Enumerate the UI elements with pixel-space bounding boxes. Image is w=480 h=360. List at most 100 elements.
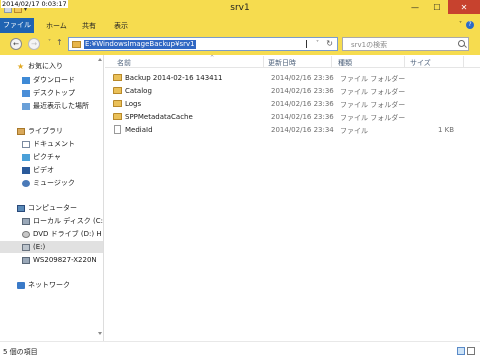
tab-home[interactable]: ホーム [46,21,67,31]
sidebar-item-label: ピクチャ [33,153,61,161]
sidebar-item-label: ダウンロード [33,76,75,84]
file-type: ファイル フォルダー [340,75,406,83]
search-input[interactable]: srv1の検索 [342,37,469,51]
sidebar-item-dvd-drive-d[interactable]: DVD ドライブ (D:) H [0,228,103,240]
sidebar-item-label: ドキュメント [33,140,75,148]
minimize-button[interactable]: — [404,0,426,14]
address-bar[interactable]: E:¥WindowsImageBackup¥srv1 ˅ ↻ [68,37,338,51]
file-name: Logs [125,100,142,108]
table-row[interactable]: Catalog 2014/02/16 23:36 ファイル フォルダー [105,85,480,97]
large-icons-view-icon[interactable] [467,347,475,355]
tab-file[interactable]: ファイル [0,18,34,33]
navigation-pane: ★ お気に入り ダウンロード デスクトップ 最近表示した場所 ライブラリ ドキュ… [0,55,104,341]
folder-icon [113,100,122,107]
file-date: 2014/02/16 23:36 [271,113,334,121]
file-type: ファイル フォルダー [340,101,406,109]
folder-icon [72,41,81,48]
file-type: ファイル フォルダー [340,88,406,96]
table-row[interactable]: Logs 2014/02/16 23:36 ファイル フォルダー [105,98,480,110]
address-input[interactable]: E:¥WindowsImageBackup¥srv1 [84,40,196,49]
file-date: 2014/02/16 23:34 [271,126,334,134]
sidebar-item-label: ミュージック [33,179,75,187]
sidebar-item-favorites[interactable]: ★ お気に入り [0,60,103,72]
sidebar-item-label: ライブラリ [28,127,63,135]
table-row[interactable]: SPPMetadataCache 2014/02/16 23:36 ファイル フ… [105,111,480,123]
sidebar-item-label: 最近表示した場所 [33,102,89,110]
sidebar-item-pictures[interactable]: ピクチャ [0,151,103,163]
star-icon: ★ [17,61,25,71]
tab-view[interactable]: 表示 [114,21,128,31]
column-type[interactable]: 種類 [338,58,352,68]
sort-indicator-icon: ^ [210,55,215,61]
search-icon[interactable] [458,40,465,47]
details-view-icon[interactable] [457,347,465,355]
table-row[interactable]: Backup 2014-02-16 143411 2014/02/16 23:3… [105,72,480,84]
network-icon [17,281,25,289]
forward-button[interactable]: → [28,38,40,50]
sidebar-item-label: ローカル ディスク (C:) [33,217,104,225]
close-button[interactable]: ✕ [448,0,480,14]
file-size: 1 KB [438,126,455,134]
sidebar-item-recent-places[interactable]: 最近表示した場所 [0,100,103,112]
address-dropdown-icon[interactable]: ˅ [316,40,319,47]
ribbon-tabs: ファイル ホーム 共有 表示 ˅ ? [0,18,480,33]
folder-icon [113,87,122,94]
search-placeholder: srv1の検索 [351,41,388,49]
refresh-icon[interactable]: ↻ [326,39,333,48]
picture-icon [22,153,30,161]
sidebar-item-drive-e[interactable]: (E:) [0,241,103,253]
file-list: ^ 名前 更新日時 種類 サイズ Backup 2014-02-16 14341… [105,55,480,341]
sidebar-item-videos[interactable]: ビデオ [0,164,103,176]
recent-locations-chevron-icon[interactable]: ˅ [48,39,51,46]
sidebar-item-libraries[interactable]: ライブラリ [0,125,103,137]
network-drive-icon [22,256,30,264]
sidebar-scrollbar[interactable] [96,55,104,341]
sidebar-item-network-drive[interactable]: WS209827-X220N [0,254,103,266]
file-type: ファイル フォルダー [340,114,406,122]
file-type: ファイル [340,127,368,135]
folder-icon [113,74,122,81]
sidebar-item-documents[interactable]: ドキュメント [0,138,103,150]
removable-drive-icon [22,243,30,251]
sidebar-item-local-disk-c[interactable]: ローカル ディスク (C:) [0,215,104,227]
help-icon[interactable]: ? [466,21,474,29]
column-date-modified[interactable]: 更新日時 [268,58,296,68]
item-count: 5 個の項目 [3,348,38,356]
file-icon [114,125,121,134]
navigation-bar: ← → ˅ ↑ E:¥WindowsImageBackup¥srv1 ˅ ↻ s… [0,33,480,55]
sidebar-item-network[interactable]: ネットワーク [0,279,103,291]
file-name: MediaId [125,126,153,134]
column-header: ^ 名前 更新日時 種類 サイズ [105,55,480,68]
sidebar-item-music[interactable]: ミュージック [0,177,103,189]
video-icon [22,166,30,174]
scroll-up-arrow-icon[interactable] [98,58,102,61]
back-button[interactable]: ← [10,38,22,50]
scroll-down-arrow-icon[interactable] [98,332,102,335]
sidebar-item-desktop[interactable]: デスクトップ [0,87,103,99]
hard-disk-icon [22,217,30,225]
tab-share[interactable]: 共有 [82,21,96,31]
sidebar-item-label: お気に入り [28,62,63,70]
file-name: SPPMetadataCache [125,113,193,121]
file-date: 2014/02/16 23:36 [271,74,334,82]
column-size[interactable]: サイズ [410,58,431,68]
file-date: 2014/02/16 23:36 [271,100,334,108]
maximize-button[interactable]: ☐ [426,0,448,14]
column-name[interactable]: 名前 [117,58,131,68]
table-row[interactable]: MediaId 2014/02/16 23:34 ファイル 1 KB [105,124,480,136]
computer-icon [17,204,25,212]
file-date: 2014/02/16 23:36 [271,87,334,95]
sidebar-item-label: DVD ドライブ (D:) H [33,230,102,238]
dvd-drive-icon [22,230,30,238]
status-bar: 5 個の項目 [0,341,480,360]
up-button[interactable]: ↑ [56,38,63,47]
document-icon [22,140,30,148]
sidebar-item-downloads[interactable]: ダウンロード [0,74,103,86]
sidebar-item-label: (E:) [33,243,46,251]
file-name: Catalog [125,87,152,95]
sidebar-item-label: ネットワーク [28,281,70,289]
expand-ribbon-icon[interactable]: ˅ [459,21,462,29]
sidebar-item-computer[interactable]: コンピューター [0,202,103,214]
sidebar-item-label: コンピューター [28,204,77,212]
library-icon [17,127,25,135]
